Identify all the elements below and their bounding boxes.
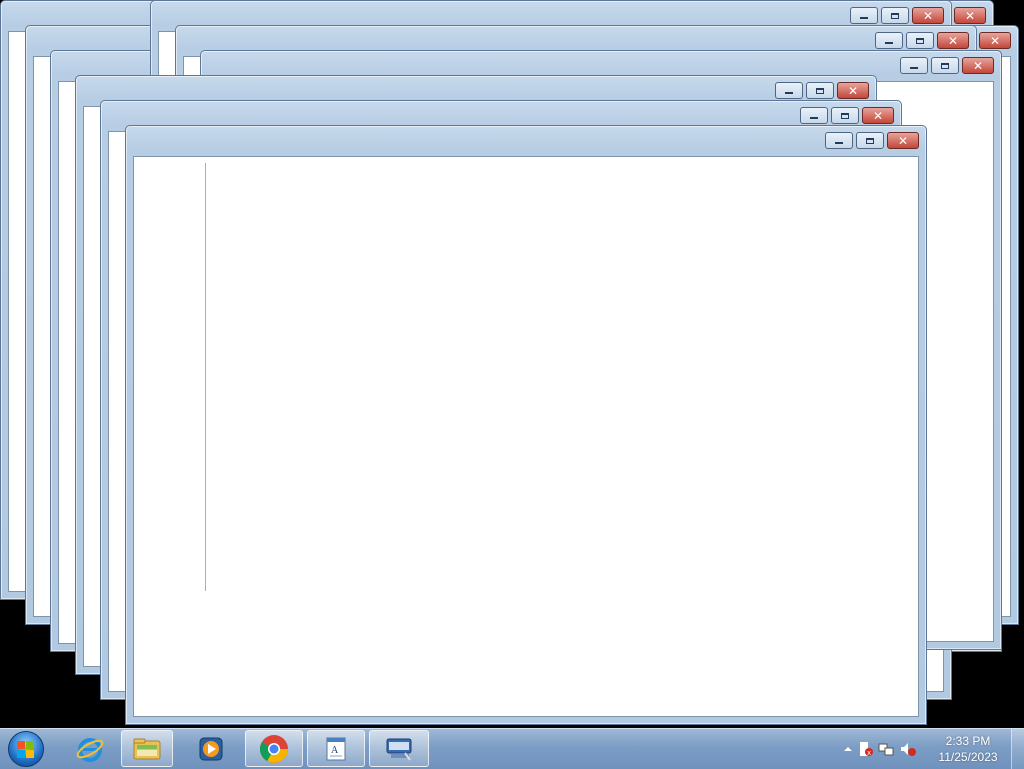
volume-muted-icon[interactable] (900, 741, 916, 757)
minimize-button[interactable] (900, 57, 928, 74)
close-button[interactable]: ✕ (962, 57, 994, 74)
maximize-icon (941, 62, 949, 69)
action-center-icon[interactable]: x (858, 741, 874, 757)
clock-date: 11/25/2023 (938, 750, 998, 764)
wordpad-icon: A (326, 737, 346, 760)
maximize-icon (866, 137, 874, 144)
maximize-button[interactable] (831, 107, 859, 124)
network-icon[interactable] (878, 741, 894, 757)
close-button[interactable]: ✕ (954, 7, 986, 24)
close-button[interactable]: ✕ (862, 107, 894, 124)
maximize-button[interactable] (806, 82, 834, 99)
taskbar-media-player[interactable] (183, 730, 239, 767)
taskbar-on-screen-keyboard[interactable] (369, 730, 429, 767)
caption-buttons: ✕ (825, 132, 919, 149)
svg-text:x: x (867, 749, 871, 757)
show-hidden-icons-arrow-icon[interactable] (840, 741, 856, 757)
close-icon: ✕ (972, 58, 984, 73)
notification-area: x 2:33 PM 11/25/2023 (834, 729, 1024, 769)
taskbar-wordpad[interactable]: A (307, 730, 365, 767)
keyboard-icon (386, 738, 412, 761)
maximize-icon (916, 37, 924, 44)
minimize-icon (860, 17, 868, 19)
svg-text:A: A (331, 745, 339, 756)
close-button[interactable]: ✕ (837, 82, 869, 99)
minimize-icon (785, 92, 793, 94)
close-button[interactable]: ✕ (912, 7, 944, 24)
close-icon: ✕ (872, 108, 884, 123)
maximize-button[interactable] (881, 7, 909, 24)
close-icon: ✕ (922, 8, 934, 23)
clock-time: 2:33 PM (945, 734, 991, 748)
taskbar-windows-explorer[interactable] (121, 730, 173, 767)
minimize-button[interactable] (825, 132, 853, 149)
windows-logo-icon (8, 731, 44, 767)
start-button[interactable] (4, 731, 48, 767)
taskbar: A x 2:33 PM 11/25/2023 (0, 728, 1024, 769)
minimize-button[interactable] (875, 32, 903, 49)
close-icon: ✕ (897, 133, 909, 148)
minimize-icon (835, 142, 843, 144)
clock[interactable]: 2:33 PM 11/25/2023 (932, 733, 1004, 765)
minimize-icon (885, 42, 893, 44)
show-desktop-button[interactable] (1011, 729, 1024, 769)
taskbar-google-chrome[interactable] (245, 730, 303, 767)
close-icon: ✕ (847, 83, 859, 98)
content-pane (205, 163, 796, 591)
media-player-icon (199, 737, 223, 760)
caption-buttons: ✕ (850, 7, 944, 24)
minimize-button[interactable] (775, 82, 803, 99)
caption-buttons: ✕ (800, 107, 894, 124)
maximize-icon (816, 87, 824, 94)
maximize-button[interactable] (856, 132, 884, 149)
taskbar-internet-explorer[interactable] (62, 730, 118, 767)
folder-icon (133, 738, 161, 759)
caption-buttons: ✕ (775, 82, 869, 99)
minimize-icon (910, 67, 918, 69)
close-button[interactable]: ✕ (937, 32, 969, 49)
minimize-button[interactable] (850, 7, 878, 24)
minimize-button[interactable] (800, 107, 828, 124)
close-icon: ✕ (989, 33, 1001, 48)
maximize-icon (841, 112, 849, 119)
close-button[interactable]: ✕ (887, 132, 919, 149)
caption-buttons: ✕ (875, 32, 969, 49)
close-icon: ✕ (947, 33, 959, 48)
maximize-button[interactable] (931, 57, 959, 74)
internet-explorer-icon (76, 737, 104, 762)
caption-buttons: ✕ (900, 57, 994, 74)
close-icon: ✕ (964, 8, 976, 23)
minimize-icon (810, 117, 818, 119)
maximize-button[interactable] (906, 32, 934, 49)
desktop: ✕ ✕ ✕ ✕ ✕ ✕ ✕ ✕ (0, 0, 1024, 728)
maximize-icon (891, 12, 899, 19)
chrome-icon (260, 734, 288, 763)
close-button[interactable]: ✕ (979, 32, 1011, 49)
